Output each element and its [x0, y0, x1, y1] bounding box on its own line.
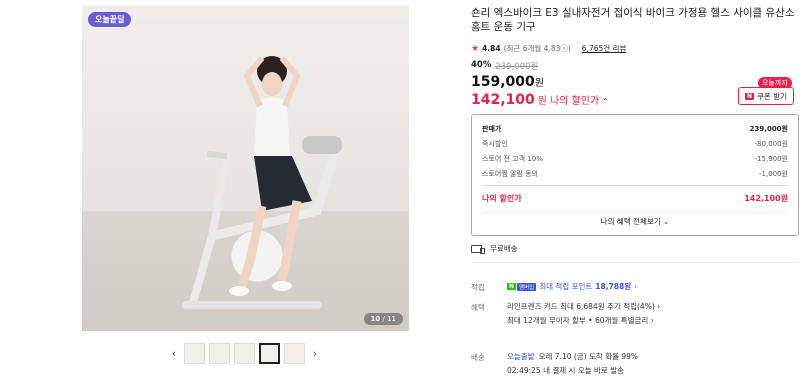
breakdown-row-store-discount: 스토어 전 고객 10% -15,900원 [482, 154, 788, 164]
free-shipping-label: 무료배송 [490, 244, 518, 253]
breakdown-row-instant-discount: 즉시할인 -80,000원 [482, 139, 788, 149]
prev-arrow-icon[interactable]: ‹ [168, 343, 180, 364]
delivery-row: 오늘출발 모레 7.10 (금) 도착 확률 99% [507, 351, 638, 362]
thumbnail-strip: ‹ › [168, 343, 321, 364]
discount-percent: 40% [471, 60, 492, 70]
breakdown-label: 판매가 [482, 125, 502, 133]
thumbnail-4-active[interactable] [259, 343, 280, 364]
points-value: 18,788원 [595, 282, 632, 291]
breakdown-label: 스토어 전 고객 10% [482, 155, 543, 163]
naver-n-icon: N [744, 92, 755, 100]
chevron-up-icon: ⌃ [602, 97, 609, 106]
thumbnail-3[interactable] [234, 343, 255, 364]
thumbnail-2[interactable] [209, 343, 230, 364]
breakdown-value: 239,000원 [749, 125, 788, 133]
breakdown-final-label: 나의 할인가 [482, 194, 522, 203]
dispatch-countdown: 02:49:25 내 결제 시 오늘 바로 발송 [507, 366, 624, 375]
image-counter-total: / 11 [382, 315, 397, 323]
chevron-right-icon: › [634, 282, 638, 291]
get-coupon-button[interactable]: N 쿠폰 받기 [738, 87, 794, 105]
price-breakdown-box: 판매가 239,000원 즉시할인 -80,000원 스토어 전 고객 10% … [471, 114, 799, 236]
my-price-unit: 원 [537, 96, 547, 107]
sale-price-unit: 원 [534, 78, 544, 89]
rating-value: 4.84 [482, 44, 501, 53]
points-label: 적립 [471, 283, 485, 292]
next-arrow-icon[interactable]: › [309, 343, 321, 364]
npay-membership: 멤버십 [517, 282, 537, 291]
breakdown-value: -1,000원 [758, 170, 788, 178]
breakdown-row-final: 나의 할인가 142,100원 [482, 193, 788, 204]
thumbnail-1[interactable] [184, 343, 205, 364]
star-icon: ★ [471, 43, 480, 54]
sale-price: 159,000원 [471, 74, 544, 90]
deal-badge: 오늘끝딜 [88, 12, 132, 27]
breakdown-value: -80,000원 [754, 140, 788, 148]
reviews-link[interactable]: 6,765건 리뷰 [582, 43, 627, 54]
npay-n: N [507, 283, 517, 290]
my-price-row[interactable]: 142,100 원 나의 할인가 ⌃ [471, 92, 609, 108]
rating-detail[interactable]: (최근 6개월 4.83ⓘ) [504, 43, 571, 54]
npay-membership-icon: N 멤버십 [507, 282, 537, 291]
benefit-label: 혜택 [471, 303, 485, 312]
delivery-label: 배송 [471, 353, 485, 362]
product-title: 숀리 엑스바이크 E3 실내자전거 접이식 바이크 가정용 헬스 사이클 유산소… [471, 7, 795, 33]
breakdown-divider [482, 185, 788, 186]
installment-benefit-link[interactable]: 최대 12개월 무이자 할부 • 60개월 특별금리 › [507, 315, 654, 326]
breakdown-value: -15,900원 [754, 155, 788, 163]
today-dispatch-label: 오늘출발 [507, 352, 535, 361]
product-main-image[interactable]: 오늘끝딜 10 / 11 [82, 6, 409, 331]
points-row[interactable]: N 멤버십 최대 적립 포인트 18,788원 › [507, 281, 637, 292]
exercise-bike-illustration [182, 56, 342, 309]
my-price-value: 142,100 [471, 92, 535, 108]
breakdown-row-list-price: 판매가 239,000원 [482, 124, 788, 134]
discount-row: 40% 239,000원 [471, 60, 538, 72]
truck-icon [471, 244, 485, 254]
shipping-row: 무료배송 [471, 243, 518, 254]
breakdown-final-value: 142,100원 [744, 194, 788, 203]
my-price-label: 나의 할인가 [549, 96, 600, 107]
original-price: 239,000원 [495, 62, 539, 72]
image-counter-current: 10 [370, 315, 381, 323]
delivery-estimate: 모레 7.10 (금) 도착 확률 99% [538, 352, 639, 361]
rating-row: ★ 4.84 (최근 6개월 4.83ⓘ) 6,765건 리뷰 [471, 43, 626, 54]
breakdown-label: 스토어찜 알림 동의 [482, 170, 538, 178]
coupon-label: 쿠폰 받기 [757, 91, 787, 101]
breakdown-label: 즉시할인 [482, 140, 508, 148]
section-divider [471, 262, 799, 263]
thumbnail-5[interactable] [284, 343, 305, 364]
image-counter: 10 / 11 [363, 313, 403, 325]
points-text: 최대 적립 포인트 [539, 282, 593, 291]
view-all-benefits-button[interactable]: 나의 혜택 전체보기 ⌄ [482, 212, 788, 230]
card-benefit-link[interactable]: 라인프렌즈 카드 최대 6,684원 추가 적립(4%) › [507, 301, 660, 312]
breakdown-row-store-alert: 스토어찜 알림 동의 -1,000원 [482, 169, 788, 179]
sale-price-value: 159,000 [471, 74, 535, 90]
